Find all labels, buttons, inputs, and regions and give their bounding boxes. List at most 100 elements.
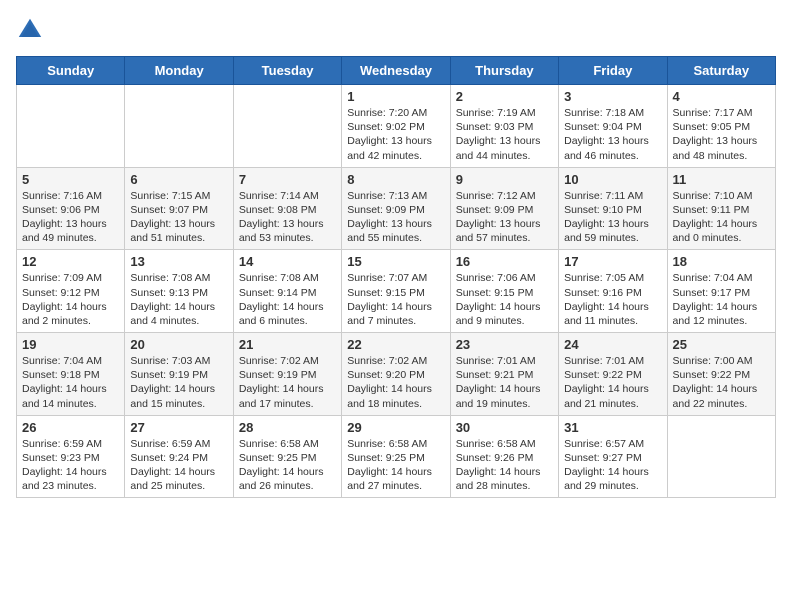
calendar-cell: 26 Sunrise: 6:59 AM Sunset: 9:23 PM Dayli… <box>17 415 125 498</box>
day-number: 28 <box>239 420 336 435</box>
calendar-cell: 27 Sunrise: 6:59 AM Sunset: 9:24 PM Dayli… <box>125 415 233 498</box>
day-number: 29 <box>347 420 444 435</box>
day-number: 18 <box>673 254 770 269</box>
calendar-cell: 22 Sunrise: 7:02 AM Sunset: 9:20 PM Dayli… <box>342 333 450 416</box>
calendar-cell: 1 Sunrise: 7:20 AM Sunset: 9:02 PM Daylig… <box>342 85 450 168</box>
weekday-tuesday: Tuesday <box>233 57 341 85</box>
calendar-cell: 15 Sunrise: 7:07 AM Sunset: 9:15 PM Dayli… <box>342 250 450 333</box>
calendar-cell: 21 Sunrise: 7:02 AM Sunset: 9:19 PM Dayli… <box>233 333 341 416</box>
calendar-week-2: 5 Sunrise: 7:16 AM Sunset: 9:06 PM Daylig… <box>17 167 776 250</box>
day-number: 2 <box>456 89 553 104</box>
day-info: Sunrise: 7:06 AM Sunset: 9:15 PM Dayligh… <box>456 272 541 327</box>
day-number: 25 <box>673 337 770 352</box>
day-info: Sunrise: 6:59 AM Sunset: 9:24 PM Dayligh… <box>130 438 215 493</box>
calendar-cell: 14Sunrise: 7:08 AM Sunset: 9:14 PM Dayli… <box>233 250 341 333</box>
day-info: Sunrise: 7:09 AM Sunset: 9:12 PM Dayligh… <box>22 272 107 327</box>
calendar-cell <box>17 85 125 168</box>
calendar-cell: 7 Sunrise: 7:14 AM Sunset: 9:08 PM Daylig… <box>233 167 341 250</box>
day-number: 6 <box>130 172 227 187</box>
day-info: Sunrise: 7:16 AM Sunset: 9:06 PM Dayligh… <box>22 190 107 245</box>
weekday-sunday: Sunday <box>17 57 125 85</box>
day-info: Sunrise: 7:02 AM Sunset: 9:20 PM Dayligh… <box>347 355 432 410</box>
day-info: Sunrise: 6:59 AM Sunset: 9:23 PM Dayligh… <box>22 438 107 493</box>
weekday-header-row: SundayMondayTuesdayWednesdayThursdayFrid… <box>17 57 776 85</box>
day-number: 1 <box>347 89 444 104</box>
day-info: Sunrise: 7:04 AM Sunset: 9:18 PM Dayligh… <box>22 355 107 410</box>
day-info: Sunrise: 7:03 AM Sunset: 9:19 PM Dayligh… <box>130 355 215 410</box>
day-number: 23 <box>456 337 553 352</box>
day-number: 7 <box>239 172 336 187</box>
weekday-saturday: Saturday <box>667 57 775 85</box>
day-number: 4 <box>673 89 770 104</box>
day-number: 24 <box>564 337 661 352</box>
calendar-table: SundayMondayTuesdayWednesdayThursdayFrid… <box>16 56 776 498</box>
day-number: 22 <box>347 337 444 352</box>
calendar-week-1: 1 Sunrise: 7:20 AM Sunset: 9:02 PM Daylig… <box>17 85 776 168</box>
weekday-monday: Monday <box>125 57 233 85</box>
day-number: 30 <box>456 420 553 435</box>
calendar-cell <box>233 85 341 168</box>
calendar-week-5: 26 Sunrise: 6:59 AM Sunset: 9:23 PM Dayli… <box>17 415 776 498</box>
calendar-week-3: 12Sunrise: 7:09 AM Sunset: 9:12 PM Dayli… <box>17 250 776 333</box>
weekday-friday: Friday <box>559 57 667 85</box>
calendar-cell: 4Sunrise: 7:17 AM Sunset: 9:05 PM Daylig… <box>667 85 775 168</box>
logo-icon <box>16 16 44 44</box>
calendar-cell: 12Sunrise: 7:09 AM Sunset: 9:12 PM Dayli… <box>17 250 125 333</box>
day-info: Sunrise: 6:58 AM Sunset: 9:25 PM Dayligh… <box>239 438 324 493</box>
day-info: Sunrise: 7:04 AM Sunset: 9:17 PM Dayligh… <box>673 272 758 327</box>
calendar-cell: 18 Sunrise: 7:04 AM Sunset: 9:17 PM Dayli… <box>667 250 775 333</box>
calendar-cell: 23 Sunrise: 7:01 AM Sunset: 9:21 PM Dayli… <box>450 333 558 416</box>
calendar-cell <box>125 85 233 168</box>
day-info: Sunrise: 7:19 AM Sunset: 9:03 PM Dayligh… <box>456 107 541 162</box>
calendar-cell: 11 Sunrise: 7:10 AM Sunset: 9:11 PM Dayli… <box>667 167 775 250</box>
day-info: Sunrise: 7:13 AM Sunset: 9:09 PM Dayligh… <box>347 190 432 245</box>
weekday-wednesday: Wednesday <box>342 57 450 85</box>
day-info: Sunrise: 7:20 AM Sunset: 9:02 PM Dayligh… <box>347 107 432 162</box>
day-number: 31 <box>564 420 661 435</box>
calendar-cell: 13Sunrise: 7:08 AM Sunset: 9:13 PM Dayli… <box>125 250 233 333</box>
calendar-cell: 19 Sunrise: 7:04 AM Sunset: 9:18 PM Dayli… <box>17 333 125 416</box>
calendar-cell: 9Sunrise: 7:12 AM Sunset: 9:09 PM Daylig… <box>450 167 558 250</box>
calendar-cell: 25 Sunrise: 7:00 AM Sunset: 9:22 PM Dayli… <box>667 333 775 416</box>
day-info: Sunrise: 7:01 AM Sunset: 9:22 PM Dayligh… <box>564 355 649 410</box>
day-number: 21 <box>239 337 336 352</box>
day-info: Sunrise: 7:10 AM Sunset: 9:11 PM Dayligh… <box>673 190 758 245</box>
day-info: Sunrise: 6:57 AM Sunset: 9:27 PM Dayligh… <box>564 438 649 493</box>
weekday-thursday: Thursday <box>450 57 558 85</box>
day-number: 15 <box>347 254 444 269</box>
day-number: 14 <box>239 254 336 269</box>
logo <box>16 16 48 44</box>
day-info: Sunrise: 7:11 AM Sunset: 9:10 PM Dayligh… <box>564 190 649 245</box>
calendar-cell: 30 Sunrise: 6:58 AM Sunset: 9:26 PM Dayli… <box>450 415 558 498</box>
day-number: 20 <box>130 337 227 352</box>
day-number: 8 <box>347 172 444 187</box>
day-info: Sunrise: 7:00 AM Sunset: 9:22 PM Dayligh… <box>673 355 758 410</box>
day-info: Sunrise: 7:12 AM Sunset: 9:09 PM Dayligh… <box>456 190 541 245</box>
day-info: Sunrise: 7:01 AM Sunset: 9:21 PM Dayligh… <box>456 355 541 410</box>
day-number: 17 <box>564 254 661 269</box>
calendar-cell: 6 Sunrise: 7:15 AM Sunset: 9:07 PM Daylig… <box>125 167 233 250</box>
day-info: Sunrise: 7:07 AM Sunset: 9:15 PM Dayligh… <box>347 272 432 327</box>
day-number: 11 <box>673 172 770 187</box>
day-info: Sunrise: 7:18 AM Sunset: 9:04 PM Dayligh… <box>564 107 649 162</box>
day-number: 5 <box>22 172 119 187</box>
day-number: 26 <box>22 420 119 435</box>
day-number: 3 <box>564 89 661 104</box>
day-info: Sunrise: 7:02 AM Sunset: 9:19 PM Dayligh… <box>239 355 324 410</box>
day-number: 16 <box>456 254 553 269</box>
calendar-week-4: 19 Sunrise: 7:04 AM Sunset: 9:18 PM Dayli… <box>17 333 776 416</box>
day-number: 19 <box>22 337 119 352</box>
calendar-cell: 10Sunrise: 7:11 AM Sunset: 9:10 PM Dayli… <box>559 167 667 250</box>
day-number: 27 <box>130 420 227 435</box>
calendar-cell: 20 Sunrise: 7:03 AM Sunset: 9:19 PM Dayli… <box>125 333 233 416</box>
day-info: Sunrise: 7:14 AM Sunset: 9:08 PM Dayligh… <box>239 190 324 245</box>
calendar-cell: 31 Sunrise: 6:57 AM Sunset: 9:27 PM Dayli… <box>559 415 667 498</box>
calendar-cell: 17 Sunrise: 7:05 AM Sunset: 9:16 PM Dayli… <box>559 250 667 333</box>
day-info: Sunrise: 7:08 AM Sunset: 9:13 PM Dayligh… <box>130 272 215 327</box>
day-info: Sunrise: 7:15 AM Sunset: 9:07 PM Dayligh… <box>130 190 215 245</box>
day-info: Sunrise: 7:05 AM Sunset: 9:16 PM Dayligh… <box>564 272 649 327</box>
calendar-cell: 28 Sunrise: 6:58 AM Sunset: 9:25 PM Dayli… <box>233 415 341 498</box>
calendar-cell: 29Sunrise: 6:58 AM Sunset: 9:25 PM Dayli… <box>342 415 450 498</box>
calendar-cell: 2 Sunrise: 7:19 AM Sunset: 9:03 PM Daylig… <box>450 85 558 168</box>
day-info: Sunrise: 6:58 AM Sunset: 9:26 PM Dayligh… <box>456 438 541 493</box>
